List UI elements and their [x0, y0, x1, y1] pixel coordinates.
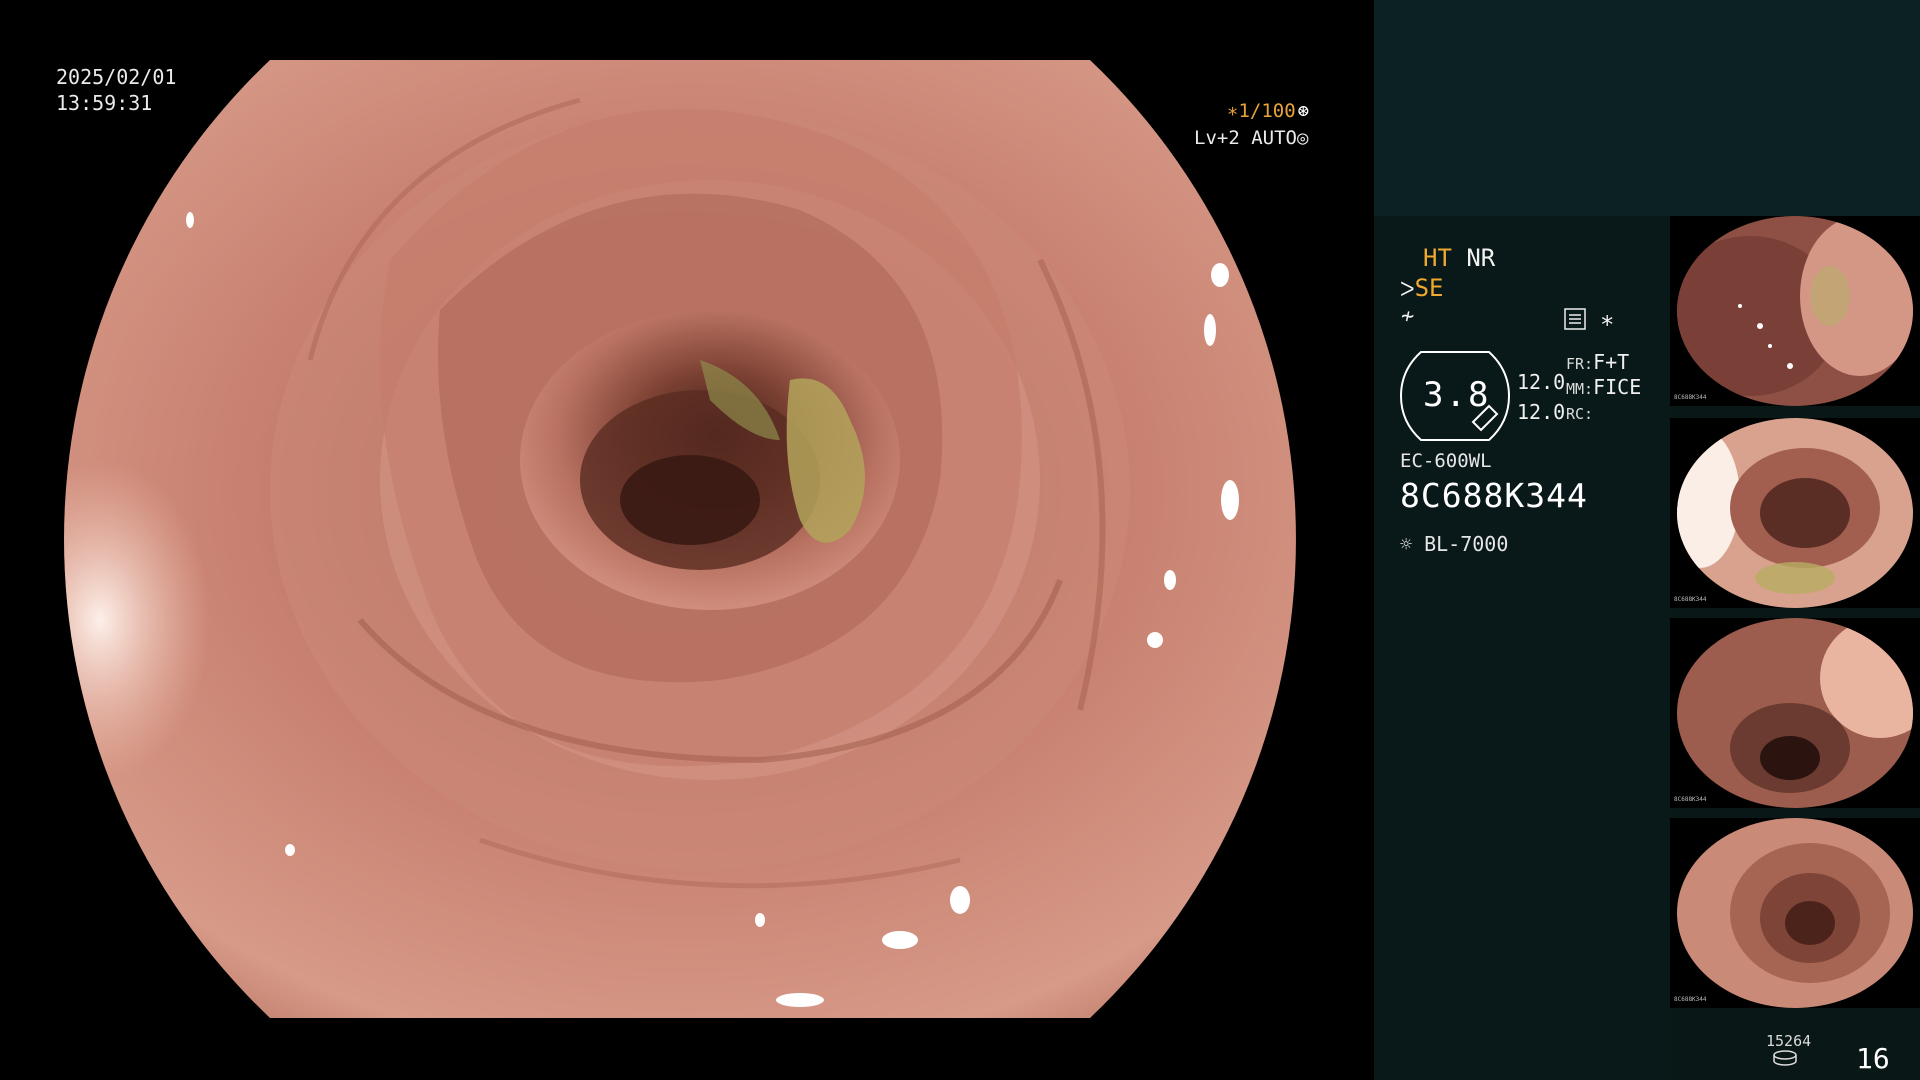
time-text: 13:59:31 [56, 91, 153, 115]
nr-mode: NR [1466, 244, 1496, 272]
aperture-icon: ⊛ [1297, 100, 1310, 122]
thumbnail-1[interactable]: 8C688K344 [1670, 216, 1920, 406]
structure-enhance-icon: ᐳ [1400, 277, 1415, 301]
thumbnail-image [1677, 418, 1913, 608]
thumbnail-3[interactable]: 8C688K344 [1670, 618, 1920, 808]
mode-row-ht-nr: HT NR [1423, 244, 1495, 272]
setting-fr: FR:F+T [1566, 350, 1641, 375]
zoom-value: 3.8 [1423, 375, 1491, 415]
storage-icon [1773, 1050, 1797, 1066]
setting-rc: RC: [1566, 400, 1641, 425]
thumbnail-image [1677, 818, 1913, 1008]
scope-model: EC-600WL [1400, 450, 1492, 472]
auto-iris-icon: ◎ [1296, 127, 1309, 149]
image-count: 15264 [1766, 1032, 1812, 1050]
top-panel [1374, 0, 1920, 216]
thumbnail-serial: 8C688K344 [1674, 996, 1707, 1003]
light-source-icon: ☼ [1400, 532, 1413, 556]
light-source-text: BL-7000 [1424, 532, 1509, 556]
shutter-speed: ∗1/100 ⊛ [1227, 100, 1309, 122]
info-panel [1374, 216, 1670, 1080]
thumbnail-image [1677, 216, 1913, 406]
endoscope-image [64, 60, 1296, 1018]
setting-value: F+T [1593, 350, 1630, 374]
date-time: 2025/02/01 13:59:31 [56, 64, 176, 116]
page-number: 16 [1856, 1042, 1890, 1075]
mode-row-se: ᐳSE [1400, 274, 1444, 302]
scope-serial: 8C688K344 [1400, 476, 1588, 515]
settings-list-icon [1564, 308, 1586, 330]
main-endoscope-view [60, 60, 1312, 1018]
color-enhance-icon: ≁ [1401, 304, 1415, 329]
light-source: ☼ BL-7000 [1400, 532, 1508, 556]
se-mode: SE [1414, 274, 1444, 302]
brightness-level: Lv+2 AUTO◎ [1194, 127, 1308, 149]
setting-key: FR: [1566, 355, 1594, 373]
level-text: Lv+2 AUTO [1194, 127, 1297, 149]
thumbnail-4[interactable]: 8C688K344 [1670, 818, 1920, 1008]
value-2: 12.0 [1517, 400, 1566, 424]
thumbnail-image [1677, 618, 1913, 808]
shutter-text: ∗1/100 [1227, 100, 1296, 122]
date-text: 2025/02/01 [56, 65, 177, 89]
setting-value: FICE [1593, 375, 1642, 399]
thumbnail-serial: 8C688K344 [1674, 596, 1707, 603]
thumbnail-serial: 8C688K344 [1674, 394, 1707, 401]
ht-mode: HT [1423, 244, 1452, 272]
value-1: 12.0 [1517, 370, 1566, 394]
setting-mm: MM:FICE [1566, 375, 1641, 400]
endoscopy-screen: 2025/02/01 13:59:31 ∗1/100 ⊛ Lv+2 AUTO◎ H… [0, 0, 1920, 1080]
asterisk-indicator: ∗ [1600, 306, 1615, 334]
setting-key: RC: [1566, 405, 1594, 423]
setting-key: MM: [1566, 380, 1594, 398]
settings-list: FR:F+T MM:FICE RC: [1566, 350, 1641, 425]
thumbnail-2[interactable]: 8C688K344 [1670, 418, 1920, 608]
thumbnail-serial: 8C688K344 [1674, 796, 1707, 803]
